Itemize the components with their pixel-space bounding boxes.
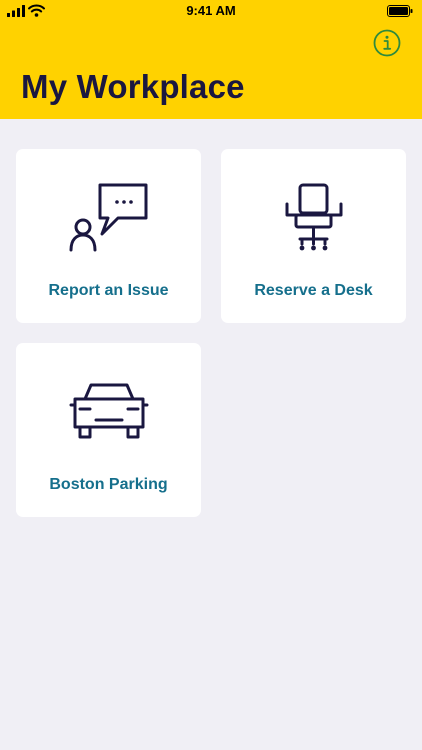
tile-icon-wrapper bbox=[221, 179, 406, 255]
status-bar: 9:41 AM bbox=[0, 0, 422, 24]
page-title: My Workplace bbox=[21, 68, 245, 105]
reserve-desk-tile[interactable]: Reserve a Desk bbox=[221, 149, 406, 323]
report-issue-tile[interactable]: Report an Issue bbox=[16, 149, 201, 323]
battery-icon bbox=[387, 5, 413, 17]
tile-icon-wrapper bbox=[16, 373, 201, 449]
car-icon bbox=[69, 383, 148, 439]
person-speech-bubble-icon bbox=[69, 183, 147, 252]
tile-icon-wrapper bbox=[16, 179, 201, 255]
tile-label: Report an Issue bbox=[48, 282, 169, 299]
office-chair-icon bbox=[285, 183, 342, 251]
tile-label: Boston Parking bbox=[49, 476, 168, 493]
tile-label: Reserve a Desk bbox=[254, 282, 373, 299]
info-circle-icon[interactable] bbox=[373, 29, 401, 57]
boston-parking-tile[interactable]: Boston Parking bbox=[16, 343, 201, 517]
status-time: 9:41 AM bbox=[186, 3, 236, 18]
app-header: 9:41 AM My Workplace bbox=[0, 0, 422, 119]
